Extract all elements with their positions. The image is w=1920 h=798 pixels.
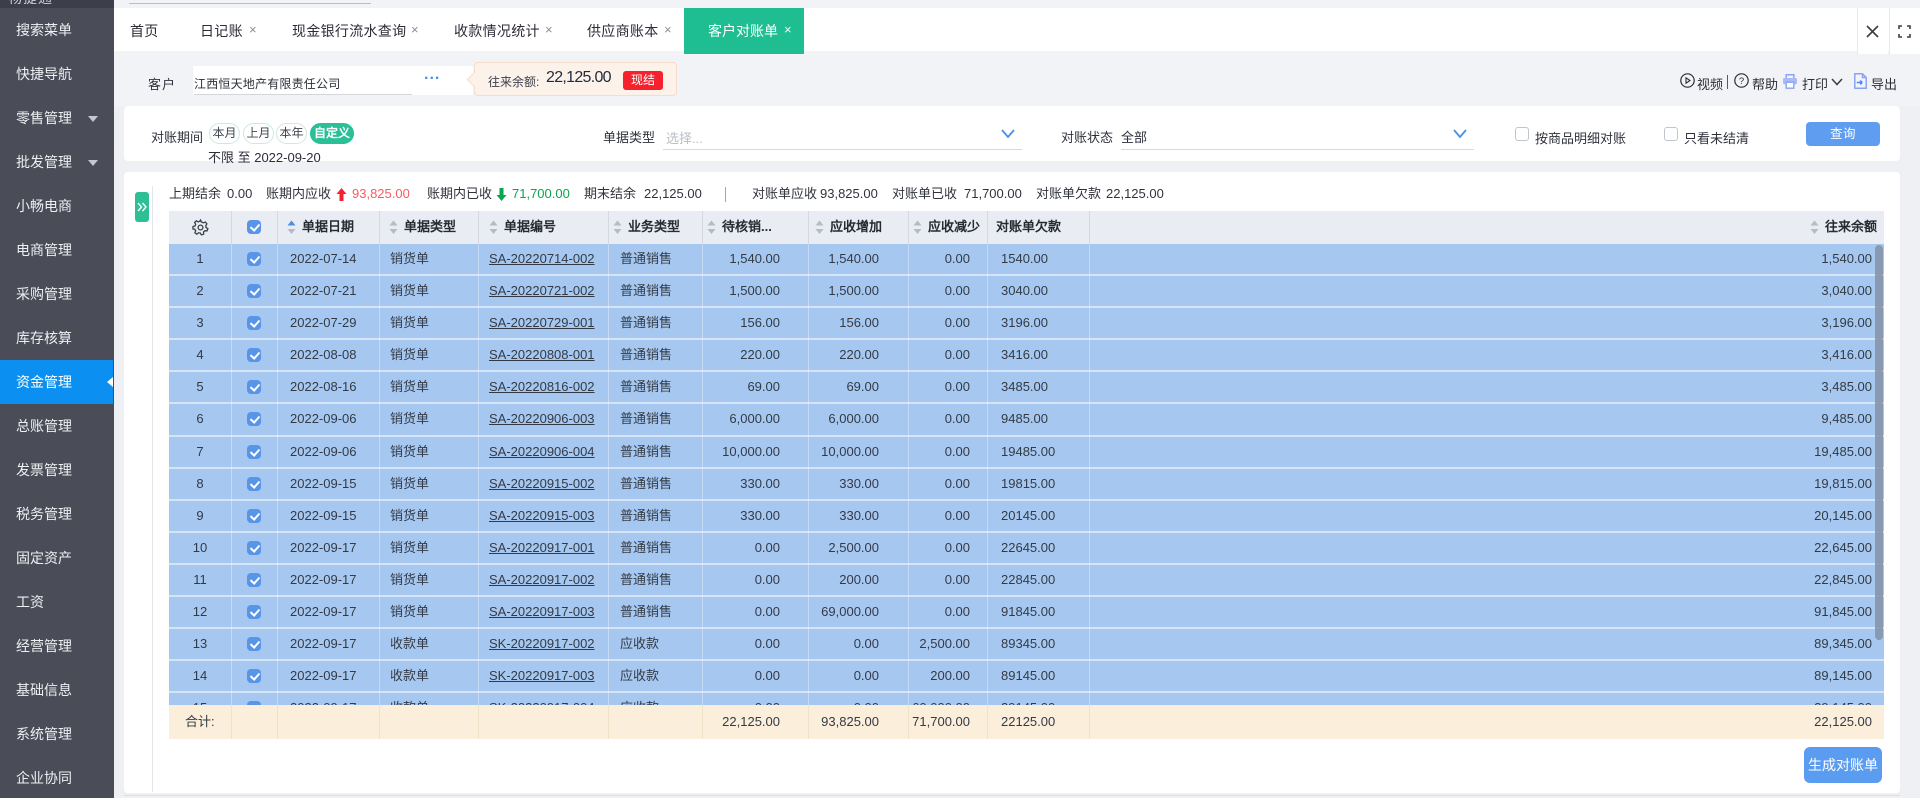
svg-text:?: ? — [1739, 76, 1744, 87]
